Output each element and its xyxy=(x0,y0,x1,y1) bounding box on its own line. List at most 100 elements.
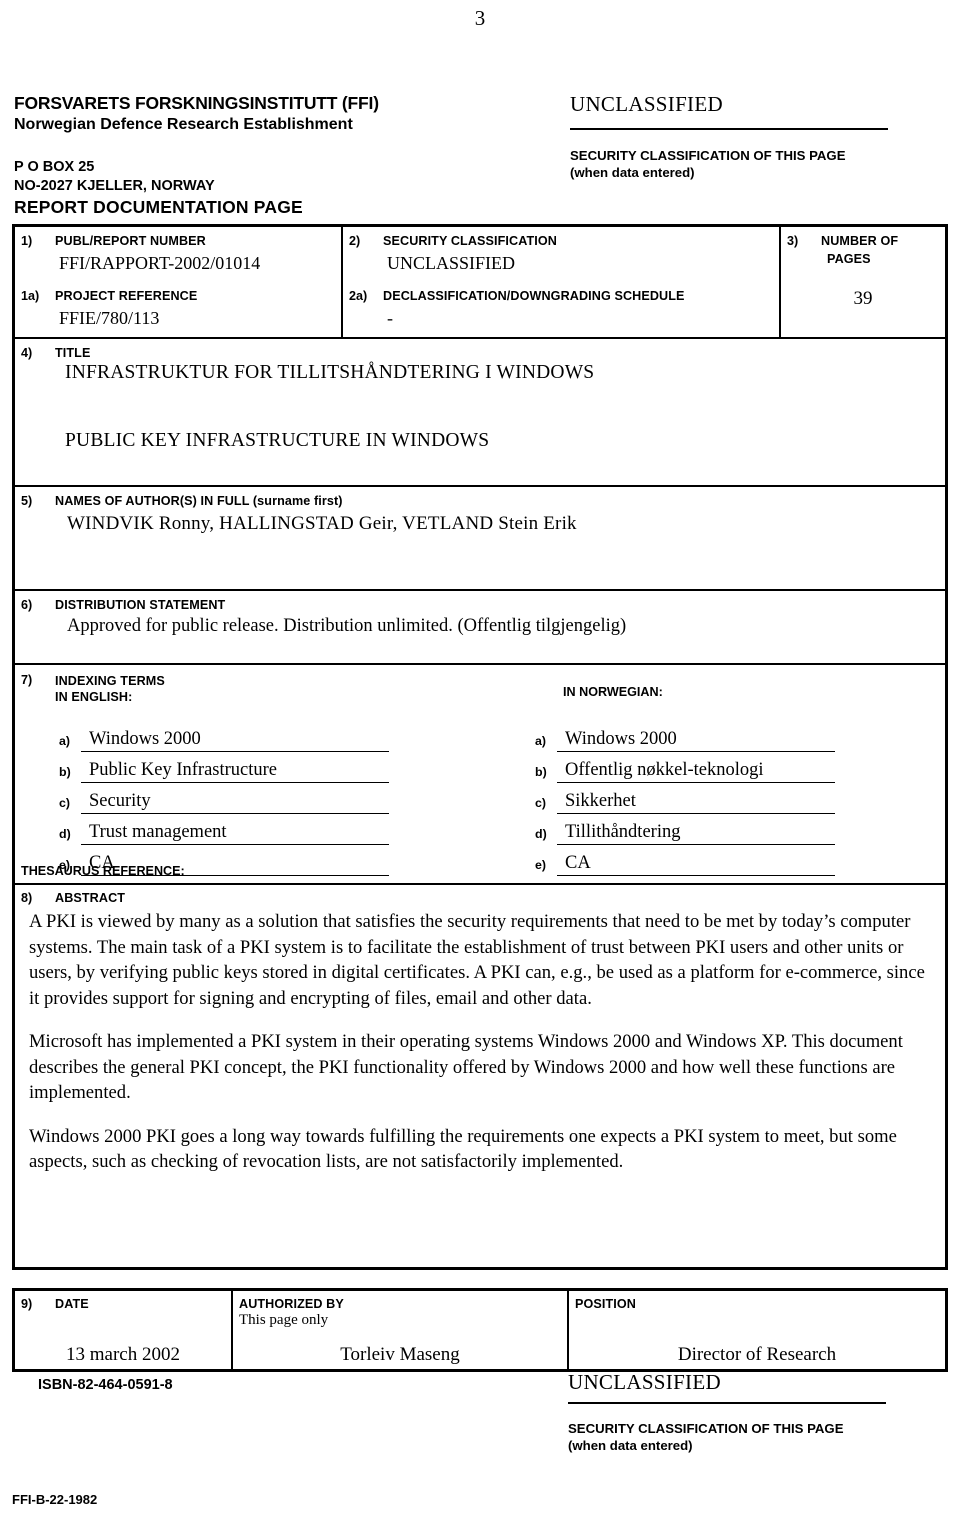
top-classification-block: UNCLASSIFIED SECURITY CLASSIFICATION OF … xyxy=(570,92,950,181)
field-5-header: 5) NAMES OF AUTHOR(S) IN FULL (surname f… xyxy=(15,487,945,508)
top-classification-value: UNCLASSIFIED xyxy=(570,92,723,116)
list-item: b) Offentlig nøkkel-teknologi xyxy=(535,752,835,783)
cell-authorized-by: AUTHORIZED BY This page only Torleiv Mas… xyxy=(233,1291,569,1369)
table-row-indexing-terms: 7) INDEXING TERMS IN ENGLISH: IN NORWEGI… xyxy=(15,665,945,885)
address-line-2: NO-2027 KJELLER, NORWAY xyxy=(14,178,215,194)
top-caption-line-1: SECURITY CLASSIFICATION OF THIS PAGE xyxy=(570,148,846,163)
field-6-number: 6) xyxy=(21,598,33,612)
field-2-value: UNCLASSIFIED xyxy=(387,253,516,273)
list-item: a) Windows 2000 xyxy=(535,721,835,752)
field-1a-value: FFIE/780/113 xyxy=(59,308,160,328)
field-7-header: 7) INDEXING TERMS IN ENGLISH: xyxy=(21,673,165,705)
index-letter: b) xyxy=(59,765,71,779)
field-1-header: 1) PUBL/REPORT NUMBER xyxy=(15,227,341,248)
field-8-number: 8) xyxy=(21,891,33,905)
field-1-number: 1) xyxy=(21,234,33,248)
report-fields-table: 1) PUBL/REPORT NUMBER FFI/RAPPORT-2002/0… xyxy=(12,224,948,1270)
index-term-no: Tillithåndtering xyxy=(557,821,835,845)
field-8-header: 8) ABSTRACT xyxy=(15,885,945,905)
list-item: b) Public Key Infrastructure xyxy=(59,752,389,783)
list-item: d) Trust management xyxy=(59,814,389,845)
thesaurus-reference-label: THESAURUS REFERENCE: xyxy=(21,864,185,878)
form-code: FFI-B-22-1982 xyxy=(12,1492,98,1507)
index-term-no: Sikkerhet xyxy=(557,790,835,814)
field-8-label: ABSTRACT xyxy=(55,891,126,905)
abstract-body: A PKI is viewed by many as a solution th… xyxy=(15,905,945,1175)
field-9-value: 13 march 2002 xyxy=(66,1344,180,1365)
field-3-label-line-1: NUMBER OF xyxy=(821,234,899,248)
table-row-title: 4) TITLE INFRASTRUKTUR FOR TILLITSHÅNDTE… xyxy=(15,339,945,487)
field-2a-label: DECLASSIFICATION/DOWNGRADING SCHEDULE xyxy=(383,289,685,303)
address-line-1: P O BOX 25 xyxy=(14,159,95,175)
index-letter: e) xyxy=(535,858,547,872)
cell-abstract: 8) ABSTRACT A PKI is viewed by many as a… xyxy=(15,885,945,1267)
list-item: d) Tillithåndtering xyxy=(535,814,835,845)
field-2-header: 2) SECURITY CLASSIFICATION xyxy=(343,227,779,248)
index-term-no: CA xyxy=(557,852,835,876)
field-1-label: PUBL/REPORT NUMBER xyxy=(55,234,206,248)
indexing-terms-norwegian-list: a) Windows 2000 b) Offentlig nøkkel-tekn… xyxy=(535,721,835,876)
field-9-header: 9) DATE xyxy=(15,1291,231,1311)
authorized-header: AUTHORIZED BY xyxy=(233,1291,567,1311)
cell-security-classification: 2) SECURITY CLASSIFICATION UNCLASSIFIED … xyxy=(343,227,781,337)
organization-name-english: Norwegian Defence Research Establishment xyxy=(14,116,353,133)
index-letter: d) xyxy=(535,827,547,841)
bottom-classification-block: UNCLASSIFIED SECURITY CLASSIFICATION OF … xyxy=(568,1370,948,1454)
field-2-label: SECURITY CLASSIFICATION xyxy=(383,234,557,248)
table-row-abstract: 8) ABSTRACT A PKI is viewed by many as a… xyxy=(15,885,945,1267)
field-3-value: 39 xyxy=(853,288,873,309)
organization-name-norwegian: FORSVARETS FORSKNINGSINSTITUTT (FFI) xyxy=(14,93,379,113)
isbn: ISBN-82-464-0591-8 xyxy=(38,1377,173,1393)
bottom-classification-value: UNCLASSIFIED xyxy=(568,1370,721,1394)
index-term-no: Windows 2000 xyxy=(557,728,835,752)
field-1a-label: PROJECT REFERENCE xyxy=(55,289,198,303)
field-7-number: 7) xyxy=(21,673,33,687)
authorized-value: Torleiv Maseng xyxy=(340,1344,460,1365)
field-6-label: DISTRIBUTION STATEMENT xyxy=(55,598,226,612)
field-4-header: 4) TITLE xyxy=(15,339,945,360)
index-term-en: Security xyxy=(81,790,389,814)
cell-indexing-terms: 7) INDEXING TERMS IN ENGLISH: IN NORWEGI… xyxy=(15,665,945,883)
top-classification-caption: SECURITY CLASSIFICATION OF THIS PAGE (wh… xyxy=(570,147,950,181)
abstract-paragraph: A PKI is viewed by many as a solution th… xyxy=(29,911,925,1009)
position-label: POSITION xyxy=(575,1297,636,1311)
field-5-number: 5) xyxy=(21,494,33,508)
index-letter: b) xyxy=(535,765,547,779)
form-title: REPORT DOCUMENTATION PAGE xyxy=(14,197,303,217)
signature-table: 9) DATE 13 march 2002 AUTHORIZED BY This… xyxy=(12,1288,948,1372)
organization-block: FORSVARETS FORSKNINGSINSTITUTT (FFI) Nor… xyxy=(14,92,484,135)
cell-authors: 5) NAMES OF AUTHOR(S) IN FULL (surname f… xyxy=(15,487,945,589)
abstract-paragraph: Microsoft has implemented a PKI system i… xyxy=(29,1031,903,1103)
field-3-label-line-2: PAGES xyxy=(827,252,871,266)
index-letter: c) xyxy=(59,796,71,810)
index-letter: c) xyxy=(535,796,547,810)
top-classification-rule xyxy=(570,128,888,130)
field-1a-number: 1a) xyxy=(21,289,40,303)
table-row-authors: 5) NAMES OF AUTHOR(S) IN FULL (surname f… xyxy=(15,487,945,591)
cell-date: 9) DATE 13 march 2002 xyxy=(15,1291,233,1369)
field-2-number: 2) xyxy=(349,234,361,248)
field-7-label-line-2: IN ENGLISH: xyxy=(55,690,133,704)
position-header: POSITION xyxy=(569,1291,945,1311)
cell-position: POSITION Director of Research xyxy=(569,1291,945,1369)
field-5-label: NAMES OF AUTHOR(S) IN FULL (surname firs… xyxy=(55,494,343,508)
title-english: PUBLIC KEY INFRASTRUCTURE IN WINDOWS xyxy=(65,430,490,451)
cell-number-of-pages: 3) NUMBER OF PAGES 39 xyxy=(781,227,945,337)
index-letter: a) xyxy=(59,734,71,748)
bottom-caption-line-2: (when data entered) xyxy=(568,1438,693,1453)
index-term-en: Trust management xyxy=(81,821,389,845)
index-letter: a) xyxy=(535,734,547,748)
authorized-sublabel: This page only xyxy=(239,1312,329,1328)
cell-title: 4) TITLE INFRASTRUKTUR FOR TILLITSHÅNDTE… xyxy=(15,339,945,485)
title-norwegian: INFRASTRUKTUR FOR TILLITSHÅNDTERING I WI… xyxy=(65,362,595,383)
field-1a-header: 1a) PROJECT REFERENCE xyxy=(15,282,341,303)
abstract-paragraph: Windows 2000 PKI goes a long way towards… xyxy=(29,1125,897,1173)
field-5-value: WINDVIK Ronny, HALLINGSTAD Geir, VETLAND… xyxy=(67,513,577,534)
bottom-classification-caption: SECURITY CLASSIFICATION OF THIS PAGE (wh… xyxy=(568,1420,948,1454)
index-term-en: Public Key Infrastructure xyxy=(81,759,389,783)
index-letter: d) xyxy=(59,827,71,841)
field-3-header: 3) NUMBER OF xyxy=(781,227,945,248)
table-row-identification: 1) PUBL/REPORT NUMBER FFI/RAPPORT-2002/0… xyxy=(15,227,945,339)
field-4-number: 4) xyxy=(21,346,33,360)
field-1-value: FFI/RAPPORT-2002/01014 xyxy=(59,253,261,273)
